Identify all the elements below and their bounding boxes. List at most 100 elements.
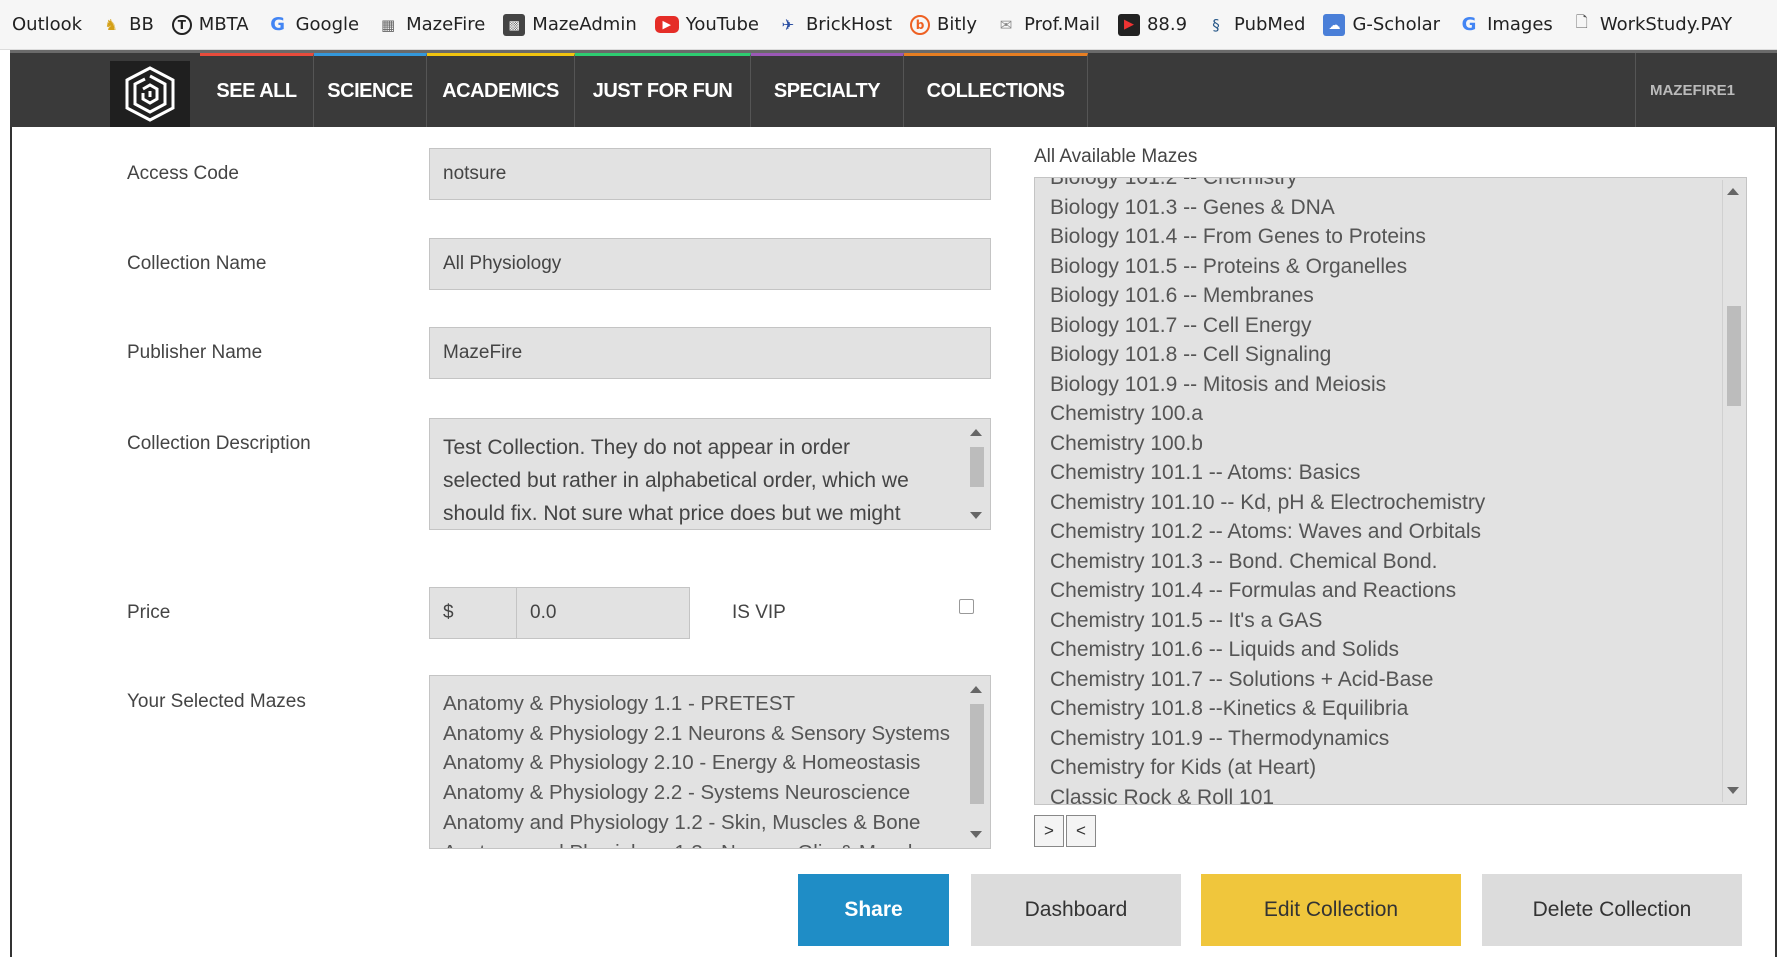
bookmark-workstudy[interactable]: 🗋 WorkStudy.PAY (1571, 13, 1732, 36)
bookmark-radio[interactable]: ▶ 88.9 (1117, 13, 1187, 36)
description-line: should fix. Not sure what price does but… (443, 502, 901, 525)
available-maze-item[interactable]: Chemistry 101.4 -- Formulas and Reaction… (1050, 576, 1485, 606)
available-maze-item[interactable]: Chemistry 100.b (1050, 429, 1485, 459)
dashboard-button[interactable]: Dashboard (971, 874, 1181, 946)
scroll-down-icon[interactable] (970, 512, 982, 519)
available-maze-item[interactable]: Chemistry 101.10 -- Kd, pH & Electrochem… (1050, 488, 1485, 518)
access-code-field[interactable]: notsure (429, 148, 991, 200)
available-maze-item[interactable]: Biology 101.4 -- From Genes to Proteins (1050, 222, 1485, 252)
access-code-label: Access Code (127, 163, 239, 184)
available-mazes-list[interactable]: Biology 101.2 -- Chemistry Biology 101.3… (1034, 177, 1747, 805)
radio-icon: ▶ (1117, 13, 1140, 36)
selected-mazes-scrollbar[interactable] (966, 678, 988, 846)
bb-icon: ♞ (104, 15, 118, 34)
available-maze-item[interactable]: Chemistry 101.2 -- Atoms: Waves and Orbi… (1050, 517, 1485, 547)
nav-academics[interactable]: ACADEMICS (427, 53, 575, 127)
nav-just-for-fun[interactable]: JUST FOR FUN (575, 53, 751, 127)
selected-mazes-list[interactable]: Anatomy & Physiology 1.1 - PRETEST Anato… (429, 675, 991, 849)
remove-maze-button[interactable]: < (1066, 815, 1096, 847)
google-icon: G (1461, 14, 1477, 35)
scroll-up-icon[interactable] (970, 429, 982, 436)
available-maze-item[interactable]: Chemistry 100.a (1050, 399, 1485, 429)
google-icon: G (270, 14, 285, 35)
available-maze-item[interactable]: Chemistry for Kids (at Heart) (1050, 753, 1485, 783)
nav-user-account[interactable]: MAZEFIRE1 (1634, 53, 1735, 127)
available-maze-item[interactable]: Chemistry 101.3 -- Bond. Chemical Bond. (1050, 547, 1485, 577)
bookmark-profmail[interactable]: ✉ Prof.Mail (995, 14, 1100, 36)
bookmark-pubmed[interactable]: § PubMed (1205, 14, 1305, 36)
scroll-down-icon[interactable] (970, 831, 982, 838)
bookmark-bb[interactable]: ♞ BB (100, 14, 153, 36)
bookmark-mbta[interactable]: T MBTA (171, 14, 249, 35)
available-maze-item[interactable]: Chemistry 101.8 --Kinetics & Equilibria (1050, 694, 1485, 724)
scroll-thumb[interactable] (970, 447, 984, 487)
selected-maze-item[interactable]: Anatomy & Physiology 2.10 - Energy & Hom… (443, 748, 950, 778)
is-vip-checkbox[interactable] (959, 599, 974, 614)
add-maze-button[interactable]: > (1034, 815, 1064, 847)
available-mazes-label: All Available Mazes (1034, 146, 1198, 167)
selected-maze-item[interactable]: Anatomy and Physiology 1.2 - Skin, Muscl… (443, 808, 950, 838)
nav-collections[interactable]: COLLECTIONS (904, 53, 1088, 127)
available-maze-item[interactable]: Biology 101.6 -- Membranes (1050, 281, 1485, 311)
maze-logo-icon (125, 66, 175, 122)
description-line: selected but rather in alphabetical orde… (443, 469, 909, 492)
available-maze-item[interactable]: Biology 101.3 -- Genes & DNA (1050, 193, 1485, 223)
scroll-thumb[interactable] (1727, 306, 1741, 406)
mazefire-logo[interactable] (110, 61, 190, 127)
selected-maze-item[interactable]: Anatomy & Physiology 2.1 Neurons & Senso… (443, 719, 950, 749)
available-maze-item[interactable]: Chemistry 101.5 -- It's a GAS (1050, 606, 1485, 636)
bookmark-gscholar[interactable]: ☁ G-Scholar (1323, 13, 1440, 36)
scroll-up-icon[interactable] (1727, 188, 1739, 195)
bookmark-mazeadmin[interactable]: ▩ MazeAdmin (503, 13, 637, 36)
youtube-icon: ▶ (654, 16, 679, 33)
selected-mazes-label: Your Selected Mazes (127, 691, 306, 712)
description-scrollbar[interactable] (966, 421, 988, 527)
delete-collection-button[interactable]: Delete Collection (1482, 874, 1742, 946)
mazeadmin-icon: ▩ (503, 13, 526, 36)
price-field[interactable]: 0.0 (516, 587, 690, 639)
scroll-thumb[interactable] (970, 704, 984, 804)
scroll-up-icon[interactable] (970, 686, 982, 693)
top-nav: SEE ALL SCIENCE ACADEMICS JUST FOR FUN S… (10, 50, 1777, 127)
bookmark-brickhost[interactable]: ✈ BrickHost (777, 14, 892, 36)
available-maze-item[interactable]: Classic Rock & Roll 101 (1050, 783, 1485, 805)
available-maze-item[interactable]: Chemistry 101.7 -- Solutions + Acid-Base (1050, 665, 1485, 695)
available-maze-item[interactable]: Biology 101.2 -- Chemistry (1050, 178, 1485, 193)
available-maze-item[interactable]: Biology 101.7 -- Cell Energy (1050, 311, 1485, 341)
nav-specialty[interactable]: SPECIALTY (751, 53, 904, 127)
available-mazes-scrollbar[interactable] (1722, 180, 1744, 802)
is-vip-label: IS VIP (732, 602, 786, 623)
bookmark-google[interactable]: G Google (267, 14, 359, 36)
selected-maze-item[interactable]: Anatomy & Physiology 1.1 - PRETEST (443, 689, 950, 719)
available-maze-item[interactable]: Chemistry 101.6 -- Liquids and Solids (1050, 635, 1485, 665)
bookmark-youtube[interactable]: ▶ YouTube (654, 14, 759, 35)
nav-science[interactable]: SCIENCE (314, 53, 427, 127)
collection-description-field[interactable]: Test Collection. They do not appear in o… (429, 418, 991, 530)
selected-maze-item[interactable]: Anatomy and Physiology 1.3 - Nerves, Gli… (443, 838, 950, 848)
bookmark-mazefire[interactable]: ▦ MazeFire (377, 14, 485, 36)
available-maze-item[interactable]: Biology 101.9 -- Mitosis and Meiosis (1050, 370, 1485, 400)
brickhost-icon: ✈ (781, 15, 795, 34)
available-maze-item[interactable]: Biology 101.5 -- Proteins & Organelles (1050, 252, 1485, 282)
available-maze-item[interactable]: Chemistry 101.9 -- Thermodynamics (1050, 724, 1485, 754)
publisher-name-label: Publisher Name (127, 342, 263, 363)
publisher-name-field[interactable]: MazeFire (429, 327, 991, 379)
bookmark-images[interactable]: G Images (1458, 14, 1553, 36)
collection-name-label: Collection Name (127, 253, 267, 274)
bookmark-outlook[interactable]: Outlook (12, 14, 82, 35)
bookmark-bitly[interactable]: b Bitly (910, 14, 977, 35)
selected-maze-item[interactable]: Anatomy & Physiology 2.2 - Systems Neuro… (443, 778, 950, 808)
available-maze-item[interactable]: Chemistry 101.1 -- Atoms: Basics (1050, 458, 1485, 488)
share-button[interactable]: Share (798, 874, 949, 946)
available-maze-item[interactable]: Biology 101.8 -- Cell Signaling (1050, 340, 1485, 370)
pubmed-icon: § (1212, 15, 1220, 34)
price-label: Price (127, 602, 171, 623)
nav-see-all[interactable]: SEE ALL (200, 53, 314, 127)
currency-addon: $ (429, 587, 517, 639)
scroll-down-icon[interactable] (1727, 787, 1739, 794)
collection-name-field[interactable]: All Physiology (429, 238, 991, 290)
mbta-icon: T (171, 14, 192, 35)
collection-description-label: Collection Description (127, 433, 311, 454)
page-icon: 🗋 (1575, 13, 1588, 31)
edit-collection-button[interactable]: Edit Collection (1201, 874, 1461, 946)
